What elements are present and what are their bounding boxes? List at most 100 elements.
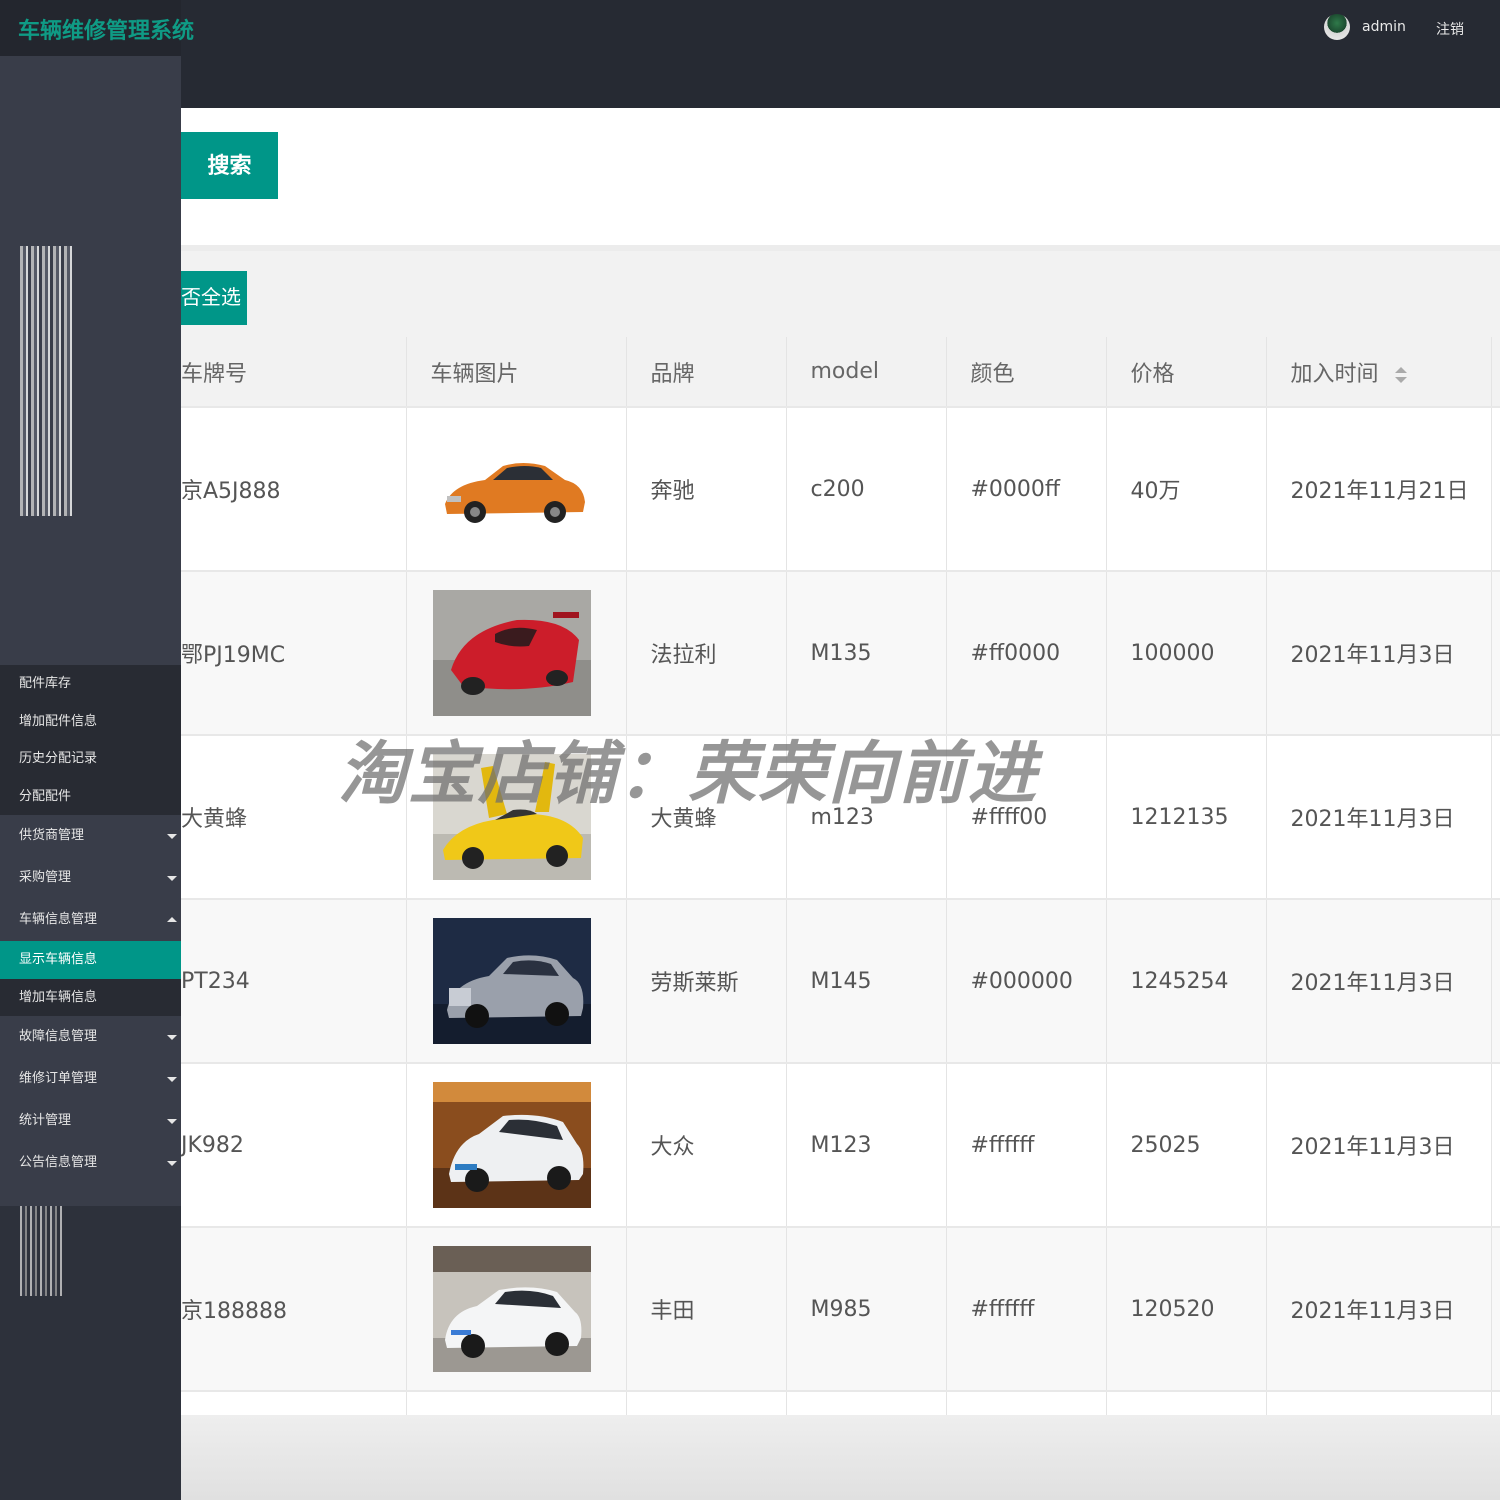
sidebar-item-show-vehicles[interactable]: 显示车辆信息 xyxy=(0,941,187,979)
cell-image xyxy=(406,1063,627,1228)
vehicle-image-orange-sedan[interactable] xyxy=(432,426,591,552)
cell-plate: 京188888 xyxy=(181,1227,407,1392)
sidebar-item-faults[interactable]: 故障信息管理 xyxy=(0,1016,187,1058)
vehicle-image-red-sports-car[interactable] xyxy=(432,590,591,716)
cell-image xyxy=(406,735,627,900)
sidebar-item-repair-orders[interactable]: 维修订单管理 xyxy=(0,1058,187,1100)
sidebar-menu: 配件库存 增加配件信息 历史分配记录 分配配件 供货商管理 采购管理 车辆信息管… xyxy=(0,665,187,1200)
cell-price: 100000 xyxy=(1106,571,1267,736)
table-row[interactable]: PT234 劳斯莱斯 M145 #000000 1245254 2021年11月3日 xyxy=(181,899,1500,1064)
sidebar-item-add-vehicle[interactable]: 增加车辆信息 xyxy=(0,978,187,1016)
sidebar-item-label: 供货商管理 xyxy=(19,828,85,843)
cell-date: 2021年11月21日 xyxy=(1266,407,1492,572)
chevron-down-icon xyxy=(167,876,177,881)
cell-extra xyxy=(1491,1063,1500,1228)
cell-plate: 京A5J888 xyxy=(181,407,407,572)
cell-color: #0000ff xyxy=(946,407,1107,572)
sidebar-item-allocate-parts[interactable]: 分配配件 xyxy=(0,777,187,815)
cell-date: 2021年11月3日 xyxy=(1266,899,1492,1064)
column-header-color: 颜色 xyxy=(946,337,1107,408)
app-title: 车辆维修管理系统 xyxy=(18,19,195,44)
sidebar-item-vehicles[interactable]: 车辆信息管理 xyxy=(0,899,187,941)
column-header-date[interactable]: 加入时间 xyxy=(1266,337,1492,408)
cell-model: M135 xyxy=(786,571,947,736)
cell-price: 1212135 xyxy=(1106,735,1267,900)
vehicle-image-white-hatchback[interactable] xyxy=(432,1246,591,1372)
cell-extra xyxy=(1491,899,1500,1064)
cell-price: 120520 xyxy=(1106,1227,1267,1392)
chevron-up-icon xyxy=(167,917,177,922)
top-header: 车辆维修管理系统 admin 注销 xyxy=(0,0,1500,108)
sidebar-item-suppliers[interactable]: 供货商管理 xyxy=(0,815,187,857)
cell-plate: 鄂PJ19MC xyxy=(181,571,407,736)
cell-color: #ffffff xyxy=(946,1227,1107,1392)
cell-model: m123 xyxy=(786,735,947,900)
cell-color: #ff0000 xyxy=(946,571,1107,736)
column-header-extra xyxy=(1491,337,1500,408)
cell-brand: 法拉利 xyxy=(626,571,787,736)
cell-brand: 劳斯莱斯 xyxy=(626,899,787,1064)
sidebar-item-allocation-history[interactable]: 历史分配记录 xyxy=(0,740,187,778)
table-panel: 否全选 车牌号 车辆图片 品牌 model 颜色 价格 加入时间 京A5J888… xyxy=(181,245,1500,1500)
cell-brand: 丰田 xyxy=(626,1227,787,1392)
cell-date: 2021年11月3日 xyxy=(1266,1227,1492,1392)
table-footer xyxy=(181,1415,1500,1500)
sidebar-item-announcements[interactable]: 公告信息管理 xyxy=(0,1142,187,1184)
main-content: 搜索 否全选 车牌号 车辆图片 品牌 model 颜色 价格 加入时间 京A5J… xyxy=(181,108,1500,1500)
table-row[interactable]: 鄂PJ19MC 法拉利 M135 #ff0000 100000 2021年11月3日 xyxy=(181,571,1500,736)
vehicle-image-yellow-supercar[interactable] xyxy=(432,754,591,880)
table-toolbar: 否全选 xyxy=(181,245,1500,337)
user-avatar[interactable] xyxy=(1324,14,1350,40)
cell-price: 40万 xyxy=(1106,407,1267,572)
cell-plate: JK982 xyxy=(181,1063,407,1228)
table-row[interactable]: JK982 大众 M123 #ffffff 25025 2021年11月3日 xyxy=(181,1063,1500,1228)
table-header-row: 车牌号 车辆图片 品牌 model 颜色 价格 加入时间 xyxy=(181,337,1500,408)
user-name-link[interactable]: admin xyxy=(1362,19,1406,35)
sidebar-item-purchasing[interactable]: 采购管理 xyxy=(0,857,187,899)
logout-link[interactable]: 注销 xyxy=(1436,19,1464,39)
sidebar-item-label: 历史分配记录 xyxy=(19,751,98,766)
search-button[interactable]: 搜索 xyxy=(181,132,278,199)
chevron-down-icon xyxy=(167,1161,177,1166)
select-all-button[interactable]: 否全选 xyxy=(181,271,247,325)
sidebar-item-label: 车辆信息管理 xyxy=(19,912,98,927)
vehicle-image-silver-luxury-car[interactable] xyxy=(432,918,591,1044)
logo-area: 车辆维修管理系统 xyxy=(0,0,194,56)
cell-image xyxy=(406,571,627,736)
cell-model: c200 xyxy=(786,407,947,572)
cell-extra xyxy=(1491,407,1500,572)
search-bar: 搜索 xyxy=(181,108,1500,245)
cell-extra xyxy=(1491,735,1500,900)
sidebar-item-label: 故障信息管理 xyxy=(19,1029,98,1044)
column-header-plate[interactable]: 车牌号 xyxy=(181,337,407,408)
sidebar-item-add-part[interactable]: 增加配件信息 xyxy=(0,702,187,740)
cell-image xyxy=(406,407,627,572)
cell-color: #ffff00 xyxy=(946,735,1107,900)
cell-plate: 大黄蜂 xyxy=(181,735,407,900)
sidebar-item-statistics[interactable]: 统计管理 xyxy=(0,1100,187,1142)
column-header-image: 车辆图片 xyxy=(406,337,627,408)
sidebar-item-parts-stock[interactable]: 配件库存 xyxy=(0,665,187,703)
sort-icon[interactable] xyxy=(1394,365,1407,385)
chevron-down-icon xyxy=(167,1077,177,1082)
cell-color: #000000 xyxy=(946,899,1107,1064)
column-header-brand: 品牌 xyxy=(626,337,787,408)
table-row[interactable]: 京188888 丰田 M985 #ffffff 120520 2021年11月3日 xyxy=(181,1227,1500,1392)
sidebar-item-label: 显示车辆信息 xyxy=(19,952,98,967)
sidebar-item-label: 配件库存 xyxy=(19,676,72,691)
table-row[interactable]: 大黄蜂 大黄蜂 m123 #ffff00 1212135 2021年11月3日 xyxy=(181,735,1500,900)
sidebar-item-label: 统计管理 xyxy=(19,1113,72,1128)
vehicle-image-white-suv[interactable] xyxy=(432,1082,591,1208)
column-header-price: 价格 xyxy=(1106,337,1267,408)
chevron-down-icon xyxy=(167,1119,177,1124)
sidebar-item-label: 增加配件信息 xyxy=(19,713,98,729)
cell-model: M985 xyxy=(786,1227,947,1392)
sidebar-artifact xyxy=(20,246,72,516)
cell-model: M145 xyxy=(786,899,947,1064)
cell-price: 1245254 xyxy=(1106,899,1267,1064)
sidebar-item-label: 公告信息管理 xyxy=(19,1155,98,1170)
cell-brand: 大黄蜂 xyxy=(626,735,787,900)
cell-extra xyxy=(1491,571,1500,736)
sidebar-item-label: 采购管理 xyxy=(19,870,72,885)
table-row[interactable]: 京A5J888 奔驰 c200 #0000ff 40万 2021年11月21日 xyxy=(181,407,1500,572)
